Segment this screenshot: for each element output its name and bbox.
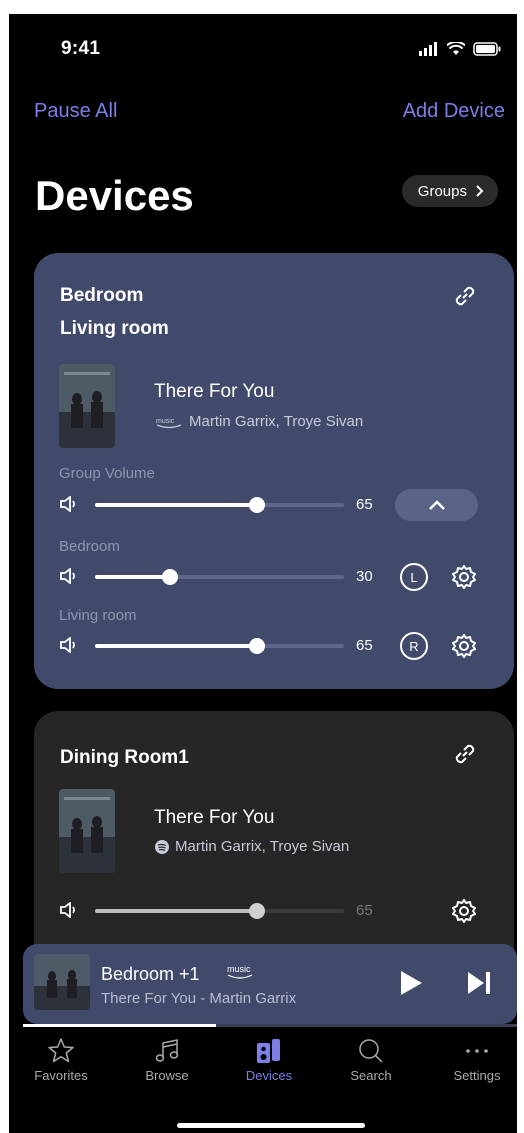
volume-icon — [60, 637, 75, 653]
album-art — [59, 789, 115, 873]
chevron-up-icon — [428, 500, 445, 510]
page-title: Devices — [35, 172, 194, 219]
volume-value: 65 — [356, 496, 373, 513]
mini-player[interactable]: Bedroom +1 music There For You - Martin … — [23, 944, 517, 1027]
tab-label: Search — [350, 1068, 392, 1083]
channel-right-badge[interactable]: R — [400, 632, 428, 660]
status-time: 9:41 — [61, 38, 101, 59]
more-dots-icon — [466, 1049, 488, 1053]
artist-line: Martin Garrix, Troye Sivan — [155, 838, 349, 855]
collapse-button[interactable] — [395, 489, 478, 521]
groups-button[interactable]: Groups — [401, 175, 498, 207]
group-device-card[interactable]: Bedroom Living room There For You music … — [34, 253, 514, 689]
volume-value: 30 — [356, 568, 373, 585]
battery-icon — [473, 42, 501, 56]
star-icon — [48, 1038, 74, 1063]
spotify-icon — [155, 839, 169, 854]
volume-icon — [60, 568, 75, 584]
groups-label: Groups — [417, 182, 467, 200]
tab-settings[interactable]: Settings — [432, 1034, 517, 1083]
artist-name: Martin Garrix, Troye Sivan — [175, 838, 350, 855]
add-device-button[interactable]: Add Device — [403, 100, 505, 123]
slider-knob[interactable] — [162, 569, 178, 585]
tab-label: Settings — [453, 1068, 501, 1083]
gear-icon[interactable] — [450, 897, 478, 925]
status-icons — [419, 42, 501, 56]
volume-icon — [60, 902, 75, 918]
slider-fill — [95, 503, 257, 507]
tab-browse[interactable]: Browse — [122, 1034, 212, 1083]
volume-value: 65 — [356, 637, 373, 654]
slider-fill — [95, 644, 257, 648]
group-volume-label: Group Volume — [59, 465, 155, 482]
speaker-icon — [257, 1039, 280, 1063]
tab-label: Browse — [145, 1068, 189, 1083]
svg-text:music: music — [156, 418, 175, 425]
volume-slider[interactable] — [95, 903, 344, 919]
tab-devices[interactable]: Devices — [224, 1034, 314, 1083]
mini-device-name: Bedroom +1 — [101, 964, 200, 984]
room-name: Dining Room1 — [60, 747, 189, 768]
tab-bar: Favorites Browse Devices Search Settings — [9, 1034, 517, 1094]
song-title: There For You — [154, 381, 275, 402]
mini-subtitle: There For You - Martin Garrix — [101, 990, 297, 1007]
tab-label: Devices — [245, 1068, 293, 1083]
artist-line: music Martin Garrix, Troye Sivan — [155, 413, 363, 430]
volume-icon — [60, 496, 75, 512]
playback-progress-fill — [23, 1024, 216, 1027]
music-note-icon — [155, 1039, 179, 1062]
room-name: Living room — [60, 318, 169, 339]
tab-search[interactable]: Search — [326, 1034, 416, 1083]
group-volume-slider[interactable] — [95, 497, 344, 513]
device-label: Living room — [59, 607, 137, 624]
pause-all-button[interactable]: Pause All — [34, 100, 117, 123]
song-title: There For You — [154, 807, 275, 828]
device-label: Bedroom — [59, 538, 120, 555]
device-card[interactable]: Dining Room1 There For You Martin Garrix… — [34, 711, 514, 973]
chevron-right-icon — [476, 185, 484, 197]
link-icon[interactable] — [452, 283, 478, 309]
skip-next-icon[interactable] — [467, 971, 493, 995]
volume-value: 65 — [356, 902, 373, 919]
album-art — [34, 954, 90, 1010]
slider-fill — [95, 909, 257, 913]
gear-icon[interactable] — [450, 563, 478, 591]
playback-progress — [23, 1024, 517, 1027]
link-icon[interactable] — [452, 741, 478, 767]
app-screen: 9:41 Pause All Add Device Devices Groups… — [9, 14, 517, 1133]
service-label: music — [227, 964, 251, 974]
home-indicator — [177, 1123, 365, 1128]
tab-label: Favorites — [34, 1068, 88, 1083]
tab-favorites[interactable]: Favorites — [16, 1034, 106, 1083]
amazon-music-icon: music — [156, 418, 182, 428]
slider-knob[interactable] — [249, 903, 265, 919]
slider-fill — [95, 575, 170, 579]
wifi-icon — [447, 42, 465, 55]
signal-icon — [419, 42, 437, 56]
gear-icon[interactable] — [450, 632, 478, 660]
play-icon[interactable] — [399, 970, 423, 996]
amazon-music-icon: music — [227, 964, 253, 980]
channel-left-badge[interactable]: L — [400, 563, 428, 591]
slider-knob[interactable] — [249, 638, 265, 654]
bedroom-volume-slider[interactable] — [95, 569, 344, 585]
artist-name: Martin Garrix, Troye Sivan — [189, 413, 364, 430]
living-room-volume-slider[interactable] — [95, 638, 344, 654]
search-icon — [359, 1039, 383, 1063]
room-name: Bedroom — [60, 285, 144, 306]
slider-knob[interactable] — [249, 497, 265, 513]
album-art — [59, 364, 115, 448]
